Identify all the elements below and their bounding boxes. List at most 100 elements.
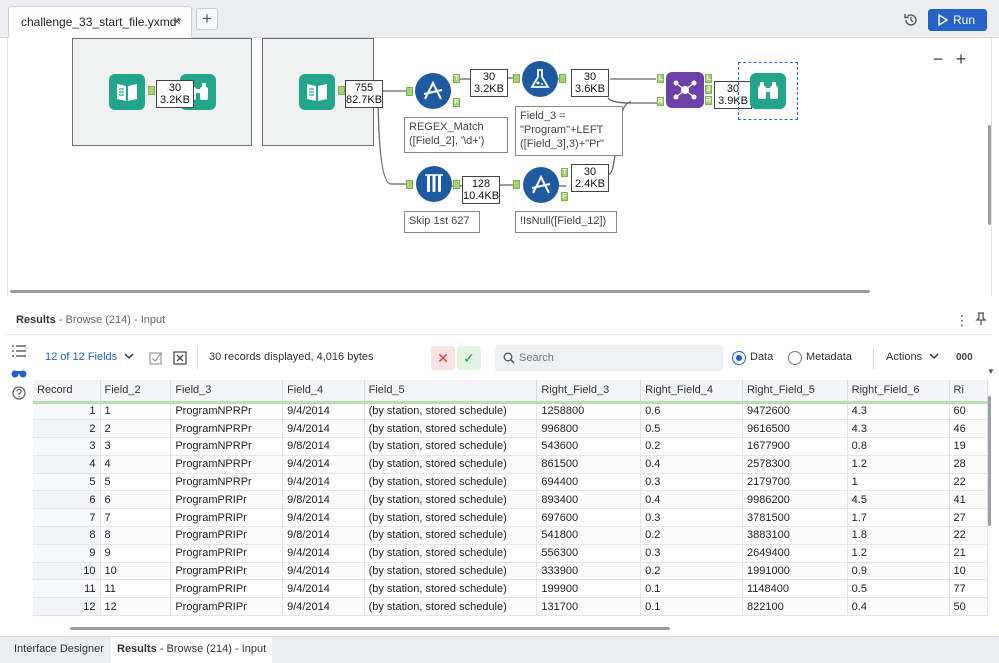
record-number-cell[interactable]: 4 (33, 455, 101, 474)
table-cell[interactable]: 1.2 (847, 544, 950, 563)
table-cell[interactable]: 9/4/2014 (282, 402, 365, 421)
table-row[interactable]: 1 1 ProgramNPRPr 9/4/2014 (by station, store… (33, 402, 988, 421)
record-number-cell[interactable]: 8 (33, 526, 101, 545)
data-radio[interactable] (732, 351, 746, 365)
table-cell[interactable]: 7 (100, 508, 172, 528)
table-cell[interactable]: 22 (949, 526, 988, 545)
table-cell[interactable]: ProgramPRIPr (170, 597, 284, 617)
binoculars-icon[interactable] (11, 365, 27, 379)
table-cell[interactable]: ProgramPRIPr (170, 544, 284, 563)
table-cell[interactable]: 9/4/2014 (282, 562, 365, 581)
table-row[interactable]: 5 5 ProgramNPRPr 9/4/2014 (by station, store… (33, 473, 988, 492)
table-cell[interactable]: (by station, stored schedule) (364, 508, 538, 528)
table-cell[interactable]: 1.7 (847, 508, 950, 528)
table-cell[interactable]: (by station, stored schedule) (364, 579, 538, 599)
results-grid[interactable]: Record Field_2 Field_3 Field_4 Field_5 Right_… (33, 380, 988, 618)
table-cell[interactable]: 131700 (536, 597, 642, 617)
table-cell[interactable]: 861500 (536, 455, 642, 474)
table-cell[interactable]: ProgramPRIPr (170, 490, 284, 510)
pin-icon[interactable] (975, 312, 987, 326)
column-header[interactable]: Field_4 (282, 380, 365, 404)
table-cell[interactable]: 27 (949, 508, 988, 528)
table-cell[interactable]: 9616500 (742, 419, 848, 439)
table-cell[interactable]: 10 (949, 562, 988, 581)
table-row[interactable]: 4 4 ProgramNPRPr 9/4/2014 (by station, store… (33, 455, 988, 474)
table-cell[interactable]: 1677900 (742, 437, 848, 456)
edit-check-icon[interactable] (149, 351, 163, 365)
table-cell[interactable]: 4 (100, 455, 172, 474)
table-cell[interactable]: 333900 (536, 562, 642, 581)
table-row[interactable]: 12 12 ProgramPRIPr 9/4/2014 (by station, sto… (33, 597, 988, 617)
true-anchor[interactable]: T (453, 74, 460, 83)
tab-results[interactable]: Results - Browse (214) - Input (111, 637, 273, 663)
browse-tool-2[interactable] (750, 73, 786, 109)
column-header[interactable]: Field_2 (100, 380, 172, 404)
table-cell[interactable]: 0.4 (640, 490, 743, 510)
table-cell[interactable]: 2 (100, 419, 172, 439)
table-cell[interactable]: 5 (100, 473, 172, 492)
table-cell[interactable]: 0.2 (640, 437, 743, 456)
table-row[interactable]: 6 6 ProgramPRIPr 9/8/2014 (by station, store… (33, 490, 988, 510)
false-anchor[interactable]: F (453, 98, 460, 107)
table-row[interactable]: 11 11 ProgramPRIPr 9/4/2014 (by station, sto… (33, 579, 988, 599)
table-cell[interactable]: ProgramPRIPr (170, 508, 284, 528)
table-cell[interactable]: 8 (100, 526, 172, 545)
record-number-cell[interactable]: 5 (33, 473, 101, 492)
table-cell[interactable]: 694400 (536, 473, 642, 492)
input-anchor[interactable] (406, 180, 413, 189)
metadata-radio[interactable] (788, 351, 802, 365)
table-cell[interactable]: (by station, stored schedule) (364, 597, 538, 617)
table-cell[interactable]: 0.3 (640, 508, 743, 528)
input-anchor[interactable] (513, 180, 520, 189)
overflow-menu[interactable]: 000 (956, 352, 973, 363)
left-output-anchor[interactable]: L (705, 74, 712, 83)
join-tool[interactable] (666, 72, 704, 108)
column-header[interactable]: Ri (949, 380, 988, 404)
input-anchor[interactable] (406, 87, 413, 96)
column-header[interactable]: Right_Field_3 (536, 380, 642, 404)
list-icon[interactable] (11, 344, 27, 358)
input-anchor[interactable] (513, 74, 520, 83)
column-header[interactable]: Record (33, 380, 101, 404)
table-cell[interactable]: ProgramPRIPr (170, 526, 284, 545)
table-cell[interactable]: 541800 (536, 526, 642, 545)
input-tool-2[interactable] (299, 74, 335, 110)
grid-vertical-scrollbar[interactable] (988, 396, 991, 526)
table-cell[interactable]: (by station, stored schedule) (364, 402, 538, 421)
fields-dropdown[interactable]: 12 of 12 Fields (45, 351, 134, 363)
table-cell[interactable]: 21 (949, 544, 988, 563)
table-cell[interactable]: 543600 (536, 437, 642, 456)
tab-interface-designer[interactable]: Interface Designer (8, 637, 110, 663)
table-cell[interactable]: 0.6 (640, 402, 743, 421)
search-box[interactable] (495, 345, 723, 371)
add-tab-button[interactable]: + (196, 8, 218, 30)
more-options-icon[interactable]: ⋮ (955, 312, 969, 329)
table-row[interactable]: 3 3 ProgramNPRPr 9/8/2014 (by station, store… (33, 437, 988, 456)
table-cell[interactable]: 1 (100, 402, 172, 421)
table-cell[interactable]: 0.4 (640, 455, 743, 474)
table-cell[interactable]: 9/8/2014 (282, 490, 365, 510)
output-anchor[interactable] (559, 74, 566, 83)
record-number-cell[interactable]: 1 (33, 402, 101, 421)
table-row[interactable]: 10 10 ProgramPRIPr 9/4/2014 (by station, sto… (33, 562, 988, 581)
right-input-anchor[interactable]: R (657, 97, 664, 106)
table-cell[interactable]: ProgramNPRPr (170, 419, 284, 439)
table-cell[interactable]: (by station, stored schedule) (364, 544, 538, 563)
actions-dropdown[interactable]: Actions (886, 351, 939, 363)
table-cell[interactable]: 996800 (536, 419, 642, 439)
table-cell[interactable]: 9472600 (742, 402, 848, 421)
table-cell[interactable]: 9/8/2014 (282, 526, 365, 545)
table-cell[interactable]: 697600 (536, 508, 642, 528)
table-cell[interactable]: 893400 (536, 490, 642, 510)
record-number-cell[interactable]: 11 (33, 579, 101, 599)
history-icon[interactable] (903, 12, 919, 28)
scroll-down-icon[interactable]: ▼ (987, 367, 995, 376)
table-cell[interactable]: 0.2 (640, 562, 743, 581)
table-cell[interactable]: 11 (100, 579, 172, 599)
table-cell[interactable]: ProgramNPRPr (170, 455, 284, 474)
table-cell[interactable]: 3 (100, 437, 172, 456)
table-cell[interactable]: (by station, stored schedule) (364, 562, 538, 581)
table-cell[interactable]: 0.5 (847, 579, 950, 599)
close-icon[interactable]: × (173, 13, 181, 29)
table-row[interactable]: 9 9 ProgramPRIPr 9/4/2014 (by station, store… (33, 544, 988, 563)
